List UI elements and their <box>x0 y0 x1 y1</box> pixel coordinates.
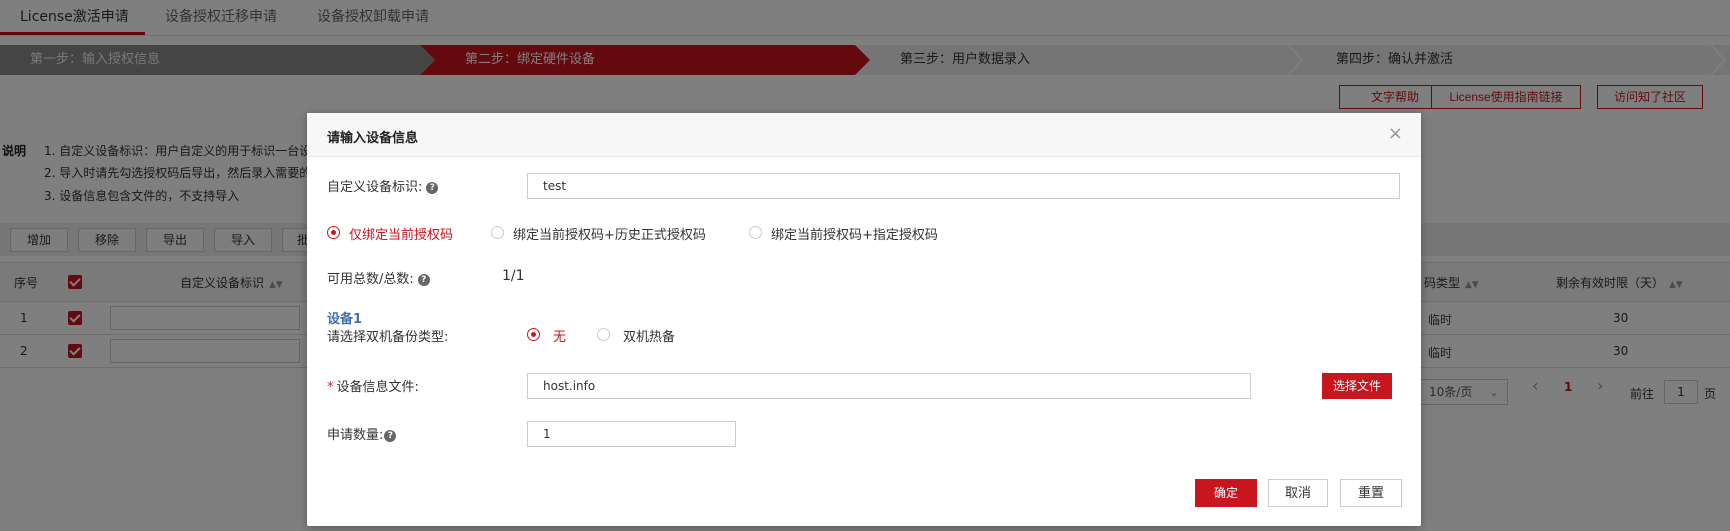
help-icon[interactable]: ? <box>426 182 439 194</box>
quantity-field[interactable]: 1 <box>527 421 736 447</box>
dialog-header: 请输入设备信息 × <box>307 113 1421 157</box>
available-count-label-text: 可用总数/总数: <box>327 272 414 287</box>
bind-current-only-label[interactable]: 仅绑定当前授权码 <box>349 224 453 243</box>
available-count-label: 可用总数/总数:? <box>327 268 430 287</box>
device-id-label-text: 自定义设备标识: <box>327 180 423 195</box>
reset-button[interactable]: 重置 <box>1340 479 1402 507</box>
device-section-title: 设备1 <box>327 312 363 327</box>
backup-none-label[interactable]: 无 <box>553 326 566 345</box>
bind-with-specified-radio[interactable] <box>749 226 762 239</box>
quantity-label: 申请数量:? <box>327 424 397 443</box>
backup-type-label: 请选择双机备份类型: <box>327 330 449 345</box>
bind-with-history-radio[interactable] <box>491 226 504 239</box>
device-id-field[interactable]: test <box>527 173 1400 199</box>
bind-with-history-label[interactable]: 绑定当前授权码+历史正式授权码 <box>513 224 706 243</box>
device-file-label-text: 设备信息文件: <box>336 380 419 395</box>
device-file-field[interactable]: host.info <box>527 373 1251 399</box>
confirm-button[interactable]: 确定 <box>1195 479 1257 507</box>
device-file-label: * 设备信息文件: <box>327 376 419 395</box>
backup-none-radio[interactable] <box>527 328 540 341</box>
quantity-label-text: 申请数量: <box>327 428 384 443</box>
help-icon[interactable]: ? <box>384 430 397 442</box>
device-info-dialog: 请输入设备信息 × 自定义设备标识:? test 仅绑定当前授权码 绑定当前授权… <box>307 113 1421 526</box>
dialog-title: 请输入设备信息 <box>327 131 419 146</box>
backup-hot-standby-radio[interactable] <box>597 328 610 341</box>
backup-hot-standby-label[interactable]: 双机热备 <box>623 326 675 345</box>
available-count-value: 1/1 <box>502 268 525 284</box>
cancel-button[interactable]: 取消 <box>1268 479 1328 507</box>
help-icon[interactable]: ? <box>417 274 430 286</box>
choose-file-button[interactable]: 选择文件 <box>1322 373 1392 399</box>
close-icon[interactable]: × <box>1388 123 1403 144</box>
bind-current-only-radio[interactable] <box>327 226 340 239</box>
bind-with-specified-label[interactable]: 绑定当前授权码+指定授权码 <box>771 224 938 243</box>
device-id-label: 自定义设备标识:? <box>327 176 439 195</box>
required-mark: * <box>327 380 334 395</box>
